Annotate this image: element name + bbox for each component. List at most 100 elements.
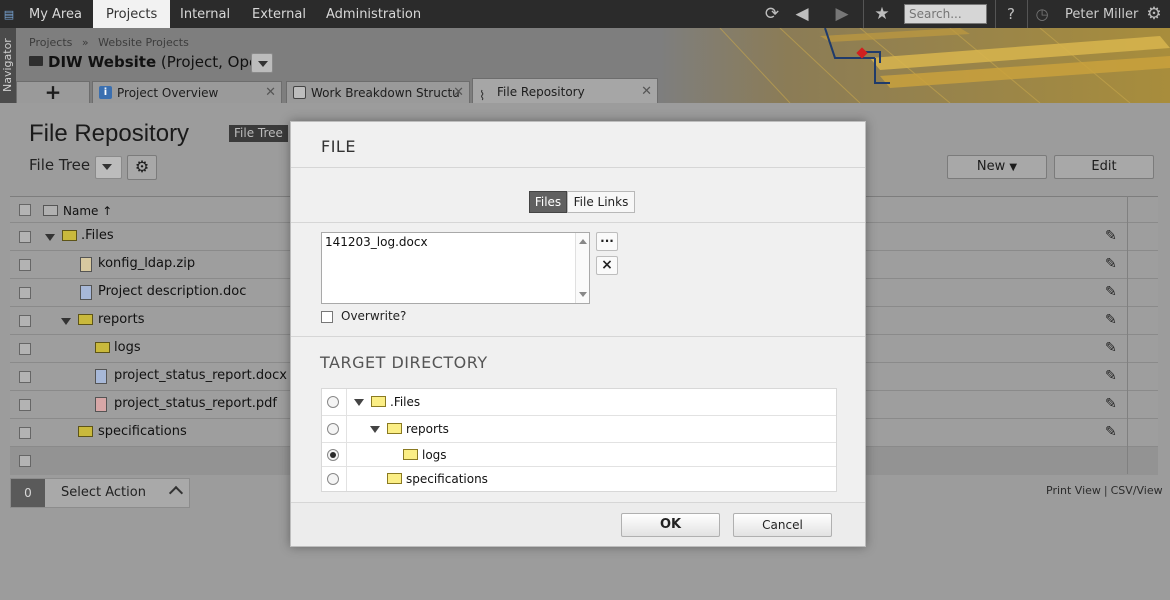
directory-radio[interactable] xyxy=(327,396,339,408)
scroll-down-icon[interactable] xyxy=(579,292,587,297)
row-checkbox[interactable] xyxy=(19,371,31,383)
directory-radio[interactable] xyxy=(327,473,339,485)
chevron-up-icon[interactable] xyxy=(168,485,184,501)
navigator-tab[interactable]: Navigator xyxy=(0,28,16,103)
directory-radio[interactable] xyxy=(327,423,339,435)
print-view-link[interactable]: Print View xyxy=(1046,484,1101,497)
row-checkbox[interactable] xyxy=(19,399,31,411)
csv-view-link[interactable]: CSV/View xyxy=(1111,484,1163,497)
row-checkbox[interactable] xyxy=(19,315,31,327)
tree-item-label[interactable]: logs xyxy=(422,448,447,462)
expand-arrow-icon[interactable] xyxy=(354,399,364,406)
files-toggle[interactable]: Files xyxy=(529,191,567,213)
edit-pencil-icon[interactable]: ✎ xyxy=(1105,340,1125,356)
cancel-button[interactable]: Cancel xyxy=(733,513,832,537)
tree-row[interactable]: logs xyxy=(322,443,836,467)
edit-pencil-icon[interactable]: ✎ xyxy=(1105,228,1125,244)
column-header-name[interactable]: Name ↑ xyxy=(63,204,112,218)
row-name[interactable]: logs xyxy=(114,340,141,355)
edit-pencil-icon[interactable]: ✎ xyxy=(1105,368,1125,384)
close-icon[interactable]: ✕ xyxy=(641,79,652,103)
edit-pencil-icon[interactable]: ✎ xyxy=(1105,312,1125,328)
row-checkbox[interactable] xyxy=(19,287,31,299)
project-menu-dropdown[interactable] xyxy=(251,53,273,73)
refresh-icon[interactable]: ⟳ xyxy=(759,0,785,28)
grid-action-column xyxy=(1127,196,1158,474)
search-input[interactable] xyxy=(904,4,987,24)
toolbar-separator xyxy=(863,0,864,28)
tree-item-label[interactable]: .Files xyxy=(390,395,420,409)
file-list-scrollbar[interactable] xyxy=(575,233,589,303)
help-icon[interactable]: ? xyxy=(1001,0,1021,28)
timer-icon[interactable]: ◷ xyxy=(1032,0,1052,28)
radio-cell xyxy=(322,389,347,415)
menu-my-area[interactable]: My Area xyxy=(19,0,92,28)
info-icon: i xyxy=(99,86,112,99)
edit-pencil-icon[interactable]: ✎ xyxy=(1105,256,1125,272)
tab-project-overview[interactable]: i Project Overview ✕ xyxy=(92,81,282,103)
browse-button[interactable]: ··· xyxy=(596,232,618,251)
tree-row[interactable]: reports xyxy=(322,416,836,443)
directory-radio-selected[interactable] xyxy=(327,449,339,461)
close-icon[interactable]: ✕ xyxy=(453,82,464,103)
breadcrumb: Projects » Website Projects xyxy=(29,36,195,49)
menu-projects[interactable]: Projects xyxy=(93,0,171,28)
pdf-file-icon xyxy=(95,397,107,412)
selected-files-list[interactable]: 141203_log.docx xyxy=(321,232,590,304)
tree-row[interactable]: specifications xyxy=(322,467,836,491)
row-name[interactable]: .Files xyxy=(81,228,114,243)
view-dropdown[interactable] xyxy=(95,156,122,179)
divider xyxy=(291,336,865,337)
edit-pencil-icon[interactable]: ✎ xyxy=(1105,284,1125,300)
footer-select-checkbox[interactable] xyxy=(19,455,31,467)
view-chip: File Tree xyxy=(229,125,288,142)
row-name[interactable]: project_status_report.docx xyxy=(114,368,287,383)
tree-row[interactable]: .Files xyxy=(322,389,836,416)
row-checkbox[interactable] xyxy=(19,231,31,243)
gear-icon[interactable]: ⚙ xyxy=(1143,0,1165,28)
file-links-toggle[interactable]: File Links xyxy=(567,191,635,213)
row-checkbox[interactable] xyxy=(19,343,31,355)
tab-work-breakdown-structure[interactable]: Work Breakdown Structu ✕ xyxy=(286,81,470,103)
favorite-star-icon[interactable]: ★ xyxy=(869,0,895,28)
tree-item-label[interactable]: specifications xyxy=(406,472,488,486)
tab-file-repository[interactable]: ⌇ File Repository ✕ xyxy=(472,78,658,103)
app-menu-icon[interactable]: ▤ xyxy=(0,0,18,28)
row-checkbox[interactable] xyxy=(19,427,31,439)
remove-file-button[interactable]: × xyxy=(596,256,618,275)
close-icon[interactable]: ✕ xyxy=(265,82,276,103)
expand-arrow-icon[interactable] xyxy=(61,318,71,325)
select-action-bar[interactable]: 0 Select Action xyxy=(10,478,190,508)
user-name[interactable]: Peter Miller xyxy=(1065,0,1138,29)
view-settings-gear-icon[interactable]: ⚙ xyxy=(127,155,157,180)
scroll-up-icon[interactable] xyxy=(579,239,587,244)
select-all-checkbox[interactable] xyxy=(19,204,31,216)
new-button[interactable]: New ▼ xyxy=(947,155,1047,179)
menu-external[interactable]: External xyxy=(242,0,316,28)
menu-administration[interactable]: Administration xyxy=(316,0,431,28)
forward-icon[interactable]: ▶ xyxy=(829,0,855,28)
row-checkbox[interactable] xyxy=(19,259,31,271)
row-name[interactable]: reports xyxy=(98,312,144,327)
select-action-label[interactable]: Select Action xyxy=(61,485,146,500)
menu-internal[interactable]: Internal xyxy=(170,0,240,28)
row-name[interactable]: Project description.doc xyxy=(98,284,246,299)
expand-arrow-icon[interactable] xyxy=(45,234,55,241)
row-name[interactable]: konfig_ldap.zip xyxy=(98,256,195,271)
row-name[interactable]: project_status_report.pdf xyxy=(114,396,277,411)
row-name[interactable]: specifications xyxy=(98,424,187,439)
tree-item-label[interactable]: reports xyxy=(406,422,449,436)
breadcrumb-projects[interactable]: Projects xyxy=(29,36,72,49)
folder-icon xyxy=(371,396,386,407)
edit-pencil-icon[interactable]: ✎ xyxy=(1105,396,1125,412)
edit-button[interactable]: Edit xyxy=(1054,155,1154,179)
list-item[interactable]: 141203_log.docx xyxy=(325,235,428,249)
back-icon[interactable]: ◀ xyxy=(789,0,815,28)
expand-arrow-icon[interactable] xyxy=(370,426,380,433)
overwrite-checkbox[interactable] xyxy=(321,311,333,323)
add-tab-button[interactable]: + xyxy=(16,81,90,103)
ok-button[interactable]: OK xyxy=(621,513,720,537)
edit-pencil-icon[interactable]: ✎ xyxy=(1105,424,1125,440)
breadcrumb-website-projects[interactable]: Website Projects xyxy=(98,36,189,49)
zip-file-icon xyxy=(80,257,92,272)
